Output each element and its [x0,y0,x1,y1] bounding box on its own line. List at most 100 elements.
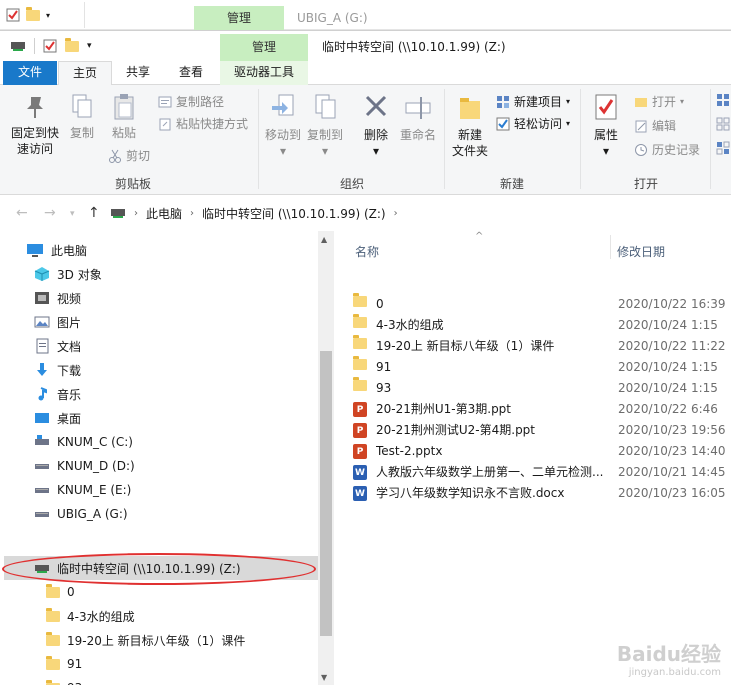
select-none-icon[interactable] [716,117,731,131]
copy-to-icon [315,94,336,119]
tree-item-label: 图片 [57,315,82,330]
file-name: Test-2.pptx [376,443,443,458]
edit-button[interactable]: 编辑 [634,117,676,134]
address-bar[interactable]: › 此电脑 › 临时中转空间 (\\10.10.1.99) (Z:) › [110,202,731,224]
tree-item-music[interactable]: 音乐 [34,382,81,406]
nav-scrollbar[interactable]: ▲ ▼ [318,231,334,685]
table-row[interactable]: 93 2020/10/24 1:15 [353,376,731,398]
tree-item-folder-93[interactable]: 93 [46,676,82,685]
tab-drive-tools[interactable]: 驱动器工具 [220,61,308,85]
tree-item-3d-objects[interactable]: 3D 对象 [34,262,102,286]
easy-access-button[interactable]: 轻松访问 ▾ [496,115,570,132]
tree-item-label: 下载 [57,363,82,378]
open-label: 打开 [652,95,677,109]
new-folder-button[interactable]: 新建 文件夹 [448,93,492,159]
breadcrumb-separator-icon[interactable]: › [190,208,194,219]
delete-button[interactable]: 删除 ▾ [356,93,396,159]
invert-selection-icon[interactable] [716,141,731,155]
cut-button[interactable]: 剪切 [108,147,150,164]
scroll-thumb[interactable] [320,351,332,636]
copy-path-button[interactable]: 复制路径 [158,93,224,110]
table-row[interactable]: P 20-21荆州U1-第3期.ppt 2020/10/22 6:46 [353,398,731,419]
tree-item-desktop[interactable]: 桌面 [34,406,81,430]
tree-item-folder-0[interactable]: 0 [46,580,75,604]
tree-item-downloads[interactable]: 下载 [34,358,81,382]
tab-home[interactable]: 主页 [58,61,112,86]
bg-manage-tab[interactable]: 管理 [194,6,284,30]
divider [258,89,259,189]
breadcrumb-separator-icon[interactable]: › [134,208,138,219]
open-button[interactable]: 打开 ▾ [634,93,684,110]
tree-item-folder-91[interactable]: 91 [46,652,82,676]
network-drive-icon [11,42,25,51]
table-row[interactable]: 4-3水的组成 2020/10/24 1:15 [353,313,731,335]
move-to-button[interactable]: 移动到 ▾ [262,93,304,159]
back-arrow-icon[interactable]: ← [16,205,28,221]
new-folder-icon[interactable] [65,37,79,52]
copy-button[interactable]: 复制 [64,93,100,141]
table-row[interactable]: P 20-21荆州测试U2-第4期.ppt 2020/10/23 19:56 [353,419,731,440]
rename-button[interactable]: 重命名 [396,93,440,143]
column-header-name[interactable]: 名称 [355,243,379,260]
tree-item-videos[interactable]: 视频 [34,286,81,310]
tab-file[interactable]: 文件 [3,61,57,85]
divider [84,2,194,28]
tab-view[interactable]: 查看 [166,61,216,85]
tree-item-network-drive-z[interactable]: 临时中转空间 (\\10.10.1.99) (Z:) [4,556,318,580]
computer-icon [27,244,43,257]
tree-item-folder-19-20[interactable]: 19-20上 新目标八年级（1）课件 [46,628,245,652]
folder-icon [46,583,60,598]
recent-locations-icon[interactable]: ▾ [70,209,75,219]
tab-share[interactable]: 共享 [112,61,164,85]
properties-icon[interactable] [43,39,57,53]
tree-item-label: 桌面 [57,411,82,426]
table-row[interactable]: W 学习八年级数学知识永不言败.docx 2020/10/23 16:05 [353,482,731,503]
paste-button[interactable]: 粘贴 [106,93,142,141]
table-row[interactable]: P Test-2.pptx 2020/10/23 14:40 [353,440,731,461]
powerpoint-file-icon: P [353,444,367,459]
tree-item-label: 0 [67,585,75,599]
file-name: 20-21荆州U1-第3期.ppt [376,402,512,416]
bg-quick-access: ▾ [6,6,50,22]
breadcrumb-this-pc[interactable]: 此电脑 [146,205,182,222]
paste-shortcut-button[interactable]: 粘贴快捷方式 [158,115,248,132]
tree-item-documents[interactable]: 文档 [34,334,81,358]
tree-item-drive-e[interactable]: KNUM_E (E:) [34,478,131,502]
table-row[interactable]: 91 2020/10/24 1:15 [353,355,731,377]
edit-label: 编辑 [652,119,677,133]
navigation-pane: 此电脑 3D 对象 视频 图片 文档 下载 音乐 桌面 KNUM_C (C:) … [0,231,334,685]
new-folder-icon [460,98,480,119]
properties-button[interactable]: 属性 ▾ [586,93,626,159]
column-divider[interactable] [610,235,611,259]
pin-quick-access-button[interactable]: 固定到快 速访问 [6,93,64,157]
tree-item-folder-4-3[interactable]: 4-3水的组成 [46,604,135,628]
tree-item-this-pc[interactable]: 此电脑 [26,238,87,262]
customize-toolbar-icon[interactable]: ▾ [87,41,92,51]
tree-item-drive-g[interactable]: UBIG_A (G:) [34,502,128,526]
scroll-up-arrow-icon[interactable]: ▲ [321,235,327,244]
new-item-button[interactable]: 新建项目 ▾ [496,93,570,110]
breadcrumb-separator-icon[interactable]: › [394,208,398,219]
window-title: 临时中转空间 (\\10.10.1.99) (Z:) [322,40,506,54]
manage-context-tab[interactable]: 管理 [220,34,308,61]
select-all-icon[interactable] [716,93,731,107]
history-button[interactable]: 历史记录 [634,141,700,158]
properties-icon [595,94,617,120]
tree-item-label: 91 [67,657,83,671]
table-row[interactable]: W 人教版六年级数学上册第一、二单元检测... 2020/10/21 14:45 [353,461,731,482]
tree-item-drive-c[interactable]: KNUM_C (C:) [34,430,133,454]
tree-item-drive-d[interactable]: KNUM_D (D:) [34,454,135,478]
folder-icon [353,355,367,370]
scroll-down-arrow-icon[interactable]: ▼ [321,673,327,682]
forward-arrow-icon[interactable]: → [44,205,56,221]
table-row[interactable]: 19-20上 新目标八年级（1）课件 2020/10/22 11:22 [353,334,731,356]
table-row[interactable]: 0 2020/10/22 16:39 [353,292,731,314]
file-name: 19-20上 新目标八年级（1）课件 [376,339,555,353]
tree-item-pictures[interactable]: 图片 [34,310,81,334]
copy-to-button[interactable]: 复制到 ▾ [304,93,346,159]
column-header-date[interactable]: 修改日期 [617,243,665,260]
rename-icon [405,97,431,119]
chevron-down-icon[interactable]: ▾ [46,11,50,20]
breadcrumb-current-drive[interactable]: 临时中转空间 (\\10.10.1.99) (Z:) [202,205,386,222]
up-arrow-icon[interactable]: ↑ [88,205,100,221]
